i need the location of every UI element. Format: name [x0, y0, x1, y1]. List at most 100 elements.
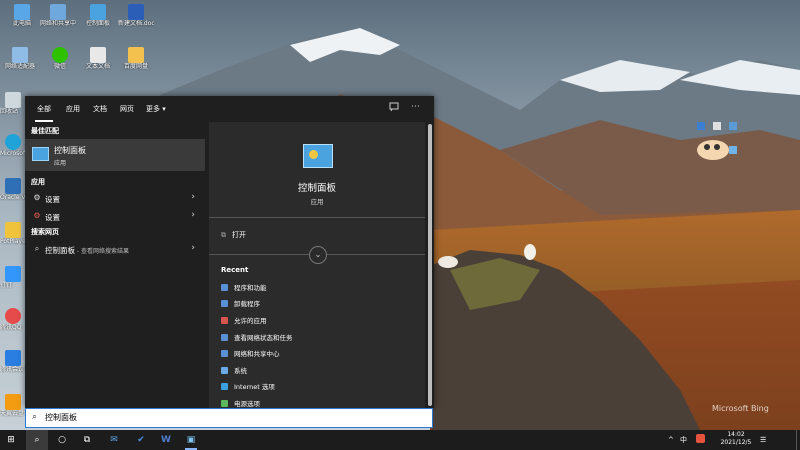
- network-icon: [50, 4, 66, 20]
- desktop-icon-meeting[interactable]: 腾讯会议: [0, 350, 25, 373]
- search-icon: ⌕: [34, 244, 40, 253]
- tab-documents[interactable]: 文档: [93, 104, 107, 114]
- desktop-icon-wechat[interactable]: 微信: [42, 47, 78, 70]
- app-result-settings-2[interactable]: ⚙ 设置 ›: [25, 207, 205, 225]
- best-match-subtitle: 应用: [54, 160, 67, 167]
- recent-item[interactable]: 网络和共享中心: [221, 348, 280, 358]
- open-label: 打开: [232, 231, 246, 239]
- computer-icon: [14, 4, 30, 20]
- control-panel-app[interactable]: ▣: [180, 430, 202, 450]
- tab-web[interactable]: 网页: [120, 104, 134, 114]
- start-button[interactable]: ⊞: [0, 430, 22, 450]
- desktop-icon-qq[interactable]: 腾讯QQ: [0, 308, 25, 331]
- windows-icon: ⊞: [7, 435, 15, 445]
- scrollbar[interactable]: [426, 122, 434, 408]
- chevron-right-icon[interactable]: ›: [191, 210, 195, 220]
- recent-item[interactable]: 查看网络状态和任务: [221, 332, 293, 342]
- search-icon: ⌕: [32, 412, 38, 422]
- desktop-icon-dingtalk[interactable]: 钉钉: [0, 266, 25, 289]
- web-search-result[interactable]: ⌕ 控制面板 - 查看网络搜索结果 ›: [25, 240, 205, 258]
- chevron-right-icon[interactable]: ›: [191, 192, 195, 202]
- divider: [209, 217, 425, 218]
- tray-overflow-chevron-icon[interactable]: ^: [668, 430, 674, 450]
- clock-date: 2021/12/5: [720, 439, 752, 446]
- app-result-settings[interactable]: ⚙ 设置 ›: [25, 189, 205, 207]
- app-result-label: 设置: [45, 213, 60, 222]
- web-query-suffix: - 查看网络搜索结果: [75, 248, 129, 255]
- search-input[interactable]: [45, 413, 415, 422]
- chevron-right-icon[interactable]: ›: [191, 243, 195, 253]
- cloud-drive-icon: [4, 394, 21, 410]
- desktop-icon-this-pc[interactable]: 此电脑: [4, 4, 40, 27]
- desktop-icon-word-doc[interactable]: 新建文档.docx: [118, 4, 154, 27]
- recent-item[interactable]: 允许的应用: [221, 315, 267, 325]
- wechat-icon: [52, 47, 68, 63]
- mail-app[interactable]: ✉: [103, 430, 125, 450]
- desktop-icon-network-adapter[interactable]: 网络适配器: [2, 47, 38, 70]
- settings-app-icon: ⚙: [33, 211, 41, 220]
- mail-icon: ✉: [110, 435, 118, 445]
- network-status-icon: [221, 334, 228, 341]
- recent-item[interactable]: 系统: [221, 365, 247, 375]
- ime-indicator[interactable]: 中: [680, 430, 687, 450]
- desktop-icon-control-panel[interactable]: 控制面板: [80, 4, 116, 27]
- desktop-icon-recycle-bin[interactable]: 回收站: [0, 92, 25, 115]
- tab-more[interactable]: 更多 ▾: [146, 104, 166, 114]
- gear-icon: ⚙: [33, 193, 41, 202]
- taskbar: ⊞ ⌕ ○ ⧉ ✉ ✔ W ▣ ^ 中 14:02 2021/12/5 ☰: [0, 430, 800, 450]
- desktop-icon-potplayer[interactable]: PotPlayer 64 bit: [0, 222, 25, 245]
- web-search-header: 搜索网页: [31, 228, 59, 236]
- cortana-button[interactable]: ○: [51, 430, 73, 450]
- system-clock[interactable]: 14:02 2021/12/5: [714, 431, 758, 447]
- best-match-item[interactable]: 控制面板 应用: [25, 139, 205, 171]
- start-search-panel: 全部 应用 文档 网页 更多 ▾ ⋯ 最佳匹配 控制面板 应用 应用 ⚙ 设置 …: [25, 96, 434, 408]
- desktop-icon-cloud-drive[interactable]: 天翼云盘: [0, 394, 25, 417]
- tab-all[interactable]: 全部: [35, 104, 53, 122]
- desktop-icon-text-file[interactable]: 文本文档: [80, 47, 116, 70]
- tab-apps[interactable]: 应用: [66, 104, 80, 114]
- programs-icon: [221, 284, 228, 291]
- recent-item[interactable]: 卸载程序: [221, 298, 260, 308]
- recent-item[interactable]: Internet 选项: [221, 381, 275, 391]
- control-panel-icon: [303, 144, 333, 168]
- apps-header: 应用: [31, 178, 45, 186]
- control-panel-icon: [32, 147, 49, 161]
- network-icon: [221, 350, 228, 357]
- scrollbar-thumb[interactable]: [428, 124, 432, 406]
- virtualbox-icon: [4, 178, 21, 194]
- notification-icon[interactable]: ☰: [760, 430, 766, 450]
- floating-widget[interactable]: [693, 120, 743, 168]
- antivirus-icon[interactable]: [696, 430, 705, 450]
- search-box[interactable]: ⌕: [25, 408, 433, 428]
- firewall-icon: [221, 317, 228, 324]
- search-filter-tabs: 全部 应用 文档 网页 更多 ▾ ⋯: [25, 96, 434, 122]
- clock-time: 14:02: [727, 431, 745, 438]
- chevron-down-icon: ▾: [162, 105, 166, 113]
- more-options-icon[interactable]: ⋯: [411, 102, 420, 112]
- search-button[interactable]: ⌕: [26, 430, 48, 450]
- text-file-icon: [90, 47, 106, 63]
- show-desktop-button[interactable]: [796, 430, 800, 450]
- desktop-icon-edge[interactable]: Microsoft Edge: [0, 134, 25, 157]
- word-app[interactable]: W: [155, 430, 177, 450]
- folder-icon: [128, 47, 144, 63]
- uninstall-icon: [221, 300, 228, 307]
- network-adapter-icon: [12, 47, 28, 63]
- qq-icon: [4, 308, 21, 324]
- todo-app[interactable]: ✔: [130, 430, 152, 450]
- desktop-icon-network-center[interactable]: 网络和共享中心: [40, 4, 76, 27]
- desktop-icon-folder[interactable]: 百度网盘: [118, 47, 154, 70]
- control-panel-icon: [90, 4, 106, 20]
- edge-icon: [4, 134, 21, 150]
- check-icon: ✔: [137, 435, 145, 445]
- feedback-icon[interactable]: [389, 102, 399, 115]
- cortana-icon: ○: [58, 435, 66, 445]
- open-action[interactable]: ⧉ 打开: [221, 230, 246, 240]
- recent-item[interactable]: 程序和功能: [221, 282, 267, 292]
- task-view-button[interactable]: ⧉: [76, 430, 98, 450]
- recent-item[interactable]: 电源选项: [221, 398, 260, 408]
- task-view-icon: ⧉: [83, 435, 91, 445]
- expand-chevron-icon[interactable]: ⌄: [309, 246, 327, 264]
- desktop-icon-virtualbox[interactable]: Oracle VM VirtualBox: [0, 178, 25, 201]
- word-icon: W: [161, 435, 171, 445]
